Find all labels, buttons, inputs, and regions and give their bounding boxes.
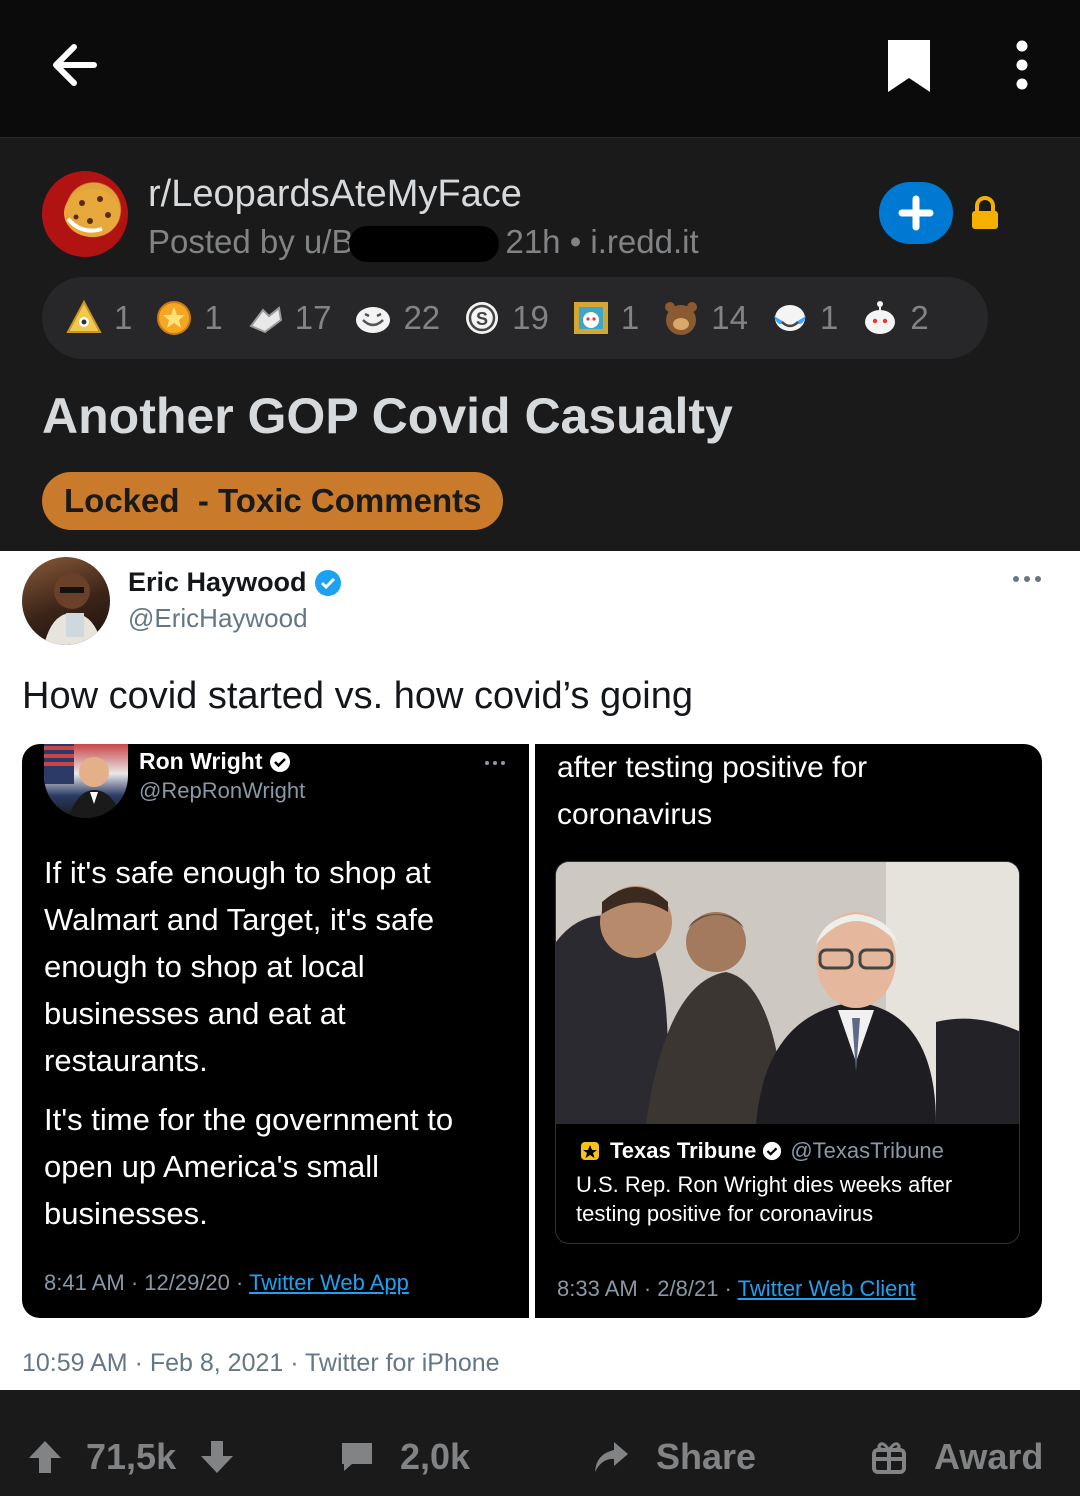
- award-item[interactable]: 22: [353, 298, 440, 338]
- subreddit-name[interactable]: r/LeopardsAteMyFace: [148, 173, 522, 216]
- award-count: 14: [711, 299, 748, 336]
- award-item[interactable]: 2: [860, 298, 929, 338]
- verified-badge-icon: [763, 1141, 782, 1161]
- award-count: 19: [512, 299, 549, 336]
- tweet-image-collage: Ron Wright @RepRonWright If it's safe en…: [22, 744, 1042, 1318]
- comments-button[interactable]: 2,0k: [338, 1436, 470, 1478]
- upvote-arrow-icon[interactable]: [26, 1438, 64, 1476]
- texas-tribune-tweet-panel: after testing positive for coronavirus T…: [535, 744, 1042, 1318]
- embedded-tweet-client-link: Twitter Web Client: [737, 1276, 916, 1301]
- hands-shake-award-icon: [249, 306, 282, 334]
- award-item[interactable]: 1: [571, 298, 639, 338]
- horizontal-dots-icon: [1013, 576, 1041, 582]
- award-label: Award: [934, 1436, 1044, 1477]
- share-button[interactable]: Share: [592, 1436, 756, 1478]
- award-item[interactable]: 1: [64, 298, 132, 338]
- embedded-tweet-timestamp: 8:41 AM · 12/29/20 ·: [44, 1270, 250, 1295]
- gold-award-icon: [157, 301, 192, 335]
- post-age-source: 21h • i.redd.it: [505, 223, 699, 260]
- platinum-award-icon: [66, 299, 102, 333]
- vertical-dots-icon: [1016, 40, 1028, 90]
- tweet-author-name: Eric Haywood: [128, 567, 343, 598]
- post-meta: Posted by u/B 21h • i.redd.it: [148, 223, 699, 263]
- framed-snoo-award-icon: [573, 302, 608, 334]
- post-action-bar: 71,5k 2,0k Share Award: [0, 1390, 1080, 1496]
- tweet-author-name-text: Eric Haywood: [128, 567, 307, 597]
- tweet-author-handle: @EricHaywood: [128, 603, 308, 633]
- news-source-handle: @TexasTribune: [790, 1138, 944, 1163]
- texas-tribune-logo-icon: [581, 1142, 599, 1160]
- news-headline: U.S. Rep. Ron Wright dies weeks after te…: [576, 1172, 953, 1226]
- award-item[interactable]: 17: [245, 298, 332, 338]
- svg-text:S: S: [476, 309, 488, 329]
- tweet-timestamp: 10:59 AM · Feb 8, 2021 · Twitter for iPh…: [22, 1349, 500, 1377]
- comment-count: 2,0k: [400, 1436, 471, 1477]
- lock-icon: [968, 195, 1002, 231]
- tweet-text: How covid started vs. how covid’s going: [22, 675, 693, 717]
- post-author[interactable]: Posted by u/B: [148, 223, 353, 260]
- more-options-button[interactable]: [1000, 34, 1044, 96]
- bookmark-icon: [888, 40, 930, 92]
- subreddit-avatar[interactable]: [42, 171, 128, 257]
- join-subreddit-button[interactable]: [879, 182, 953, 244]
- arrow-left-icon: [53, 44, 97, 86]
- embedded-author-name: Ron Wright: [139, 748, 291, 775]
- s-coin-award-icon: S: [466, 302, 499, 334]
- award-count: 17: [294, 299, 332, 336]
- crying-laughing-award-icon: [773, 305, 806, 331]
- downvote-arrow-icon[interactable]: [198, 1438, 236, 1476]
- embedded-tweet-text: after testing positive for coronavirus: [557, 751, 868, 831]
- embedded-author-handle: @RepRonWright: [139, 778, 306, 803]
- news-link-card: Texas Tribune @TexasTribune U.S. Rep. Ro…: [555, 861, 1020, 1244]
- award-count: 2: [910, 299, 929, 336]
- vote-group: 71,5k: [26, 1436, 236, 1478]
- news-source: Texas Tribune @TexasTribune: [580, 1138, 944, 1164]
- horizontal-dots-icon: [485, 761, 505, 765]
- post-header: r/LeopardsAteMyFace Posted by u/B 21h • i…: [0, 139, 1080, 551]
- award-count: 1: [204, 299, 223, 336]
- share-label: Share: [656, 1436, 757, 1477]
- award-item[interactable]: 14: [661, 298, 748, 338]
- leopard-icon: [64, 189, 120, 237]
- embedded-tweet-client-link: Twitter Web App: [249, 1270, 409, 1295]
- share-arrow-icon: [595, 1442, 628, 1472]
- gift-icon: [872, 1442, 906, 1474]
- avatar: [44, 744, 128, 818]
- award-item[interactable]: S 19: [462, 298, 549, 338]
- snoo-award-icon: [865, 301, 896, 334]
- post-flair[interactable]: Locked - Toxic Comments: [42, 472, 504, 530]
- post-title[interactable]: Another GOP Covid Casualty: [42, 387, 733, 445]
- award-count: 1: [819, 299, 839, 336]
- award-count: 22: [403, 299, 441, 336]
- back-button[interactable]: [44, 34, 104, 94]
- embedded-author-name-text: Ron Wright: [139, 748, 263, 774]
- vote-score: 71,5k: [86, 1436, 177, 1477]
- award-button[interactable]: Award: [870, 1436, 1043, 1478]
- award-item[interactable]: 1: [154, 298, 223, 338]
- top-bar: [0, 0, 1080, 138]
- ron-wright-tweet-panel: Ron Wright @RepRonWright If it's safe en…: [22, 744, 529, 1318]
- embedded-tweet-paragraph: If it's safe enough to shop at Walmart a…: [44, 855, 435, 1078]
- laughing-award-icon: [356, 307, 391, 333]
- embedded-tweet-meta: 8:33 AM · 2/8/21 · Twitter Web Client: [557, 1276, 916, 1302]
- award-count: 1: [620, 299, 640, 336]
- award-item[interactable]: 1: [770, 298, 838, 338]
- embedded-tweet-timestamp: 8:33 AM · 2/8/21 ·: [557, 1276, 738, 1301]
- redaction-mark: [349, 226, 500, 263]
- embedded-tweet-meta: 8:41 AM · 12/29/20 · Twitter Web App: [44, 1270, 409, 1296]
- save-bookmark-button[interactable]: [880, 34, 940, 96]
- comment-bubble-icon: [342, 1443, 372, 1471]
- embedded-tweet-paragraph: It's time for the government to open up …: [44, 1102, 454, 1231]
- award-count: 1: [114, 299, 133, 336]
- news-source-name: Texas Tribune: [610, 1138, 757, 1163]
- awards-bar[interactable]: 1 1 17 22 S 19 1 14 1 2: [42, 277, 988, 359]
- tweet-screenshot[interactable]: Eric Haywood @EricHaywood How covid star…: [0, 551, 1080, 1390]
- plus-icon: [898, 195, 934, 231]
- verified-badge-icon: [269, 751, 290, 772]
- avatar: [22, 557, 110, 645]
- verified-badge-icon: [314, 569, 341, 596]
- news-photo: [556, 862, 1019, 1124]
- facepalm-bear-award-icon: [665, 302, 698, 335]
